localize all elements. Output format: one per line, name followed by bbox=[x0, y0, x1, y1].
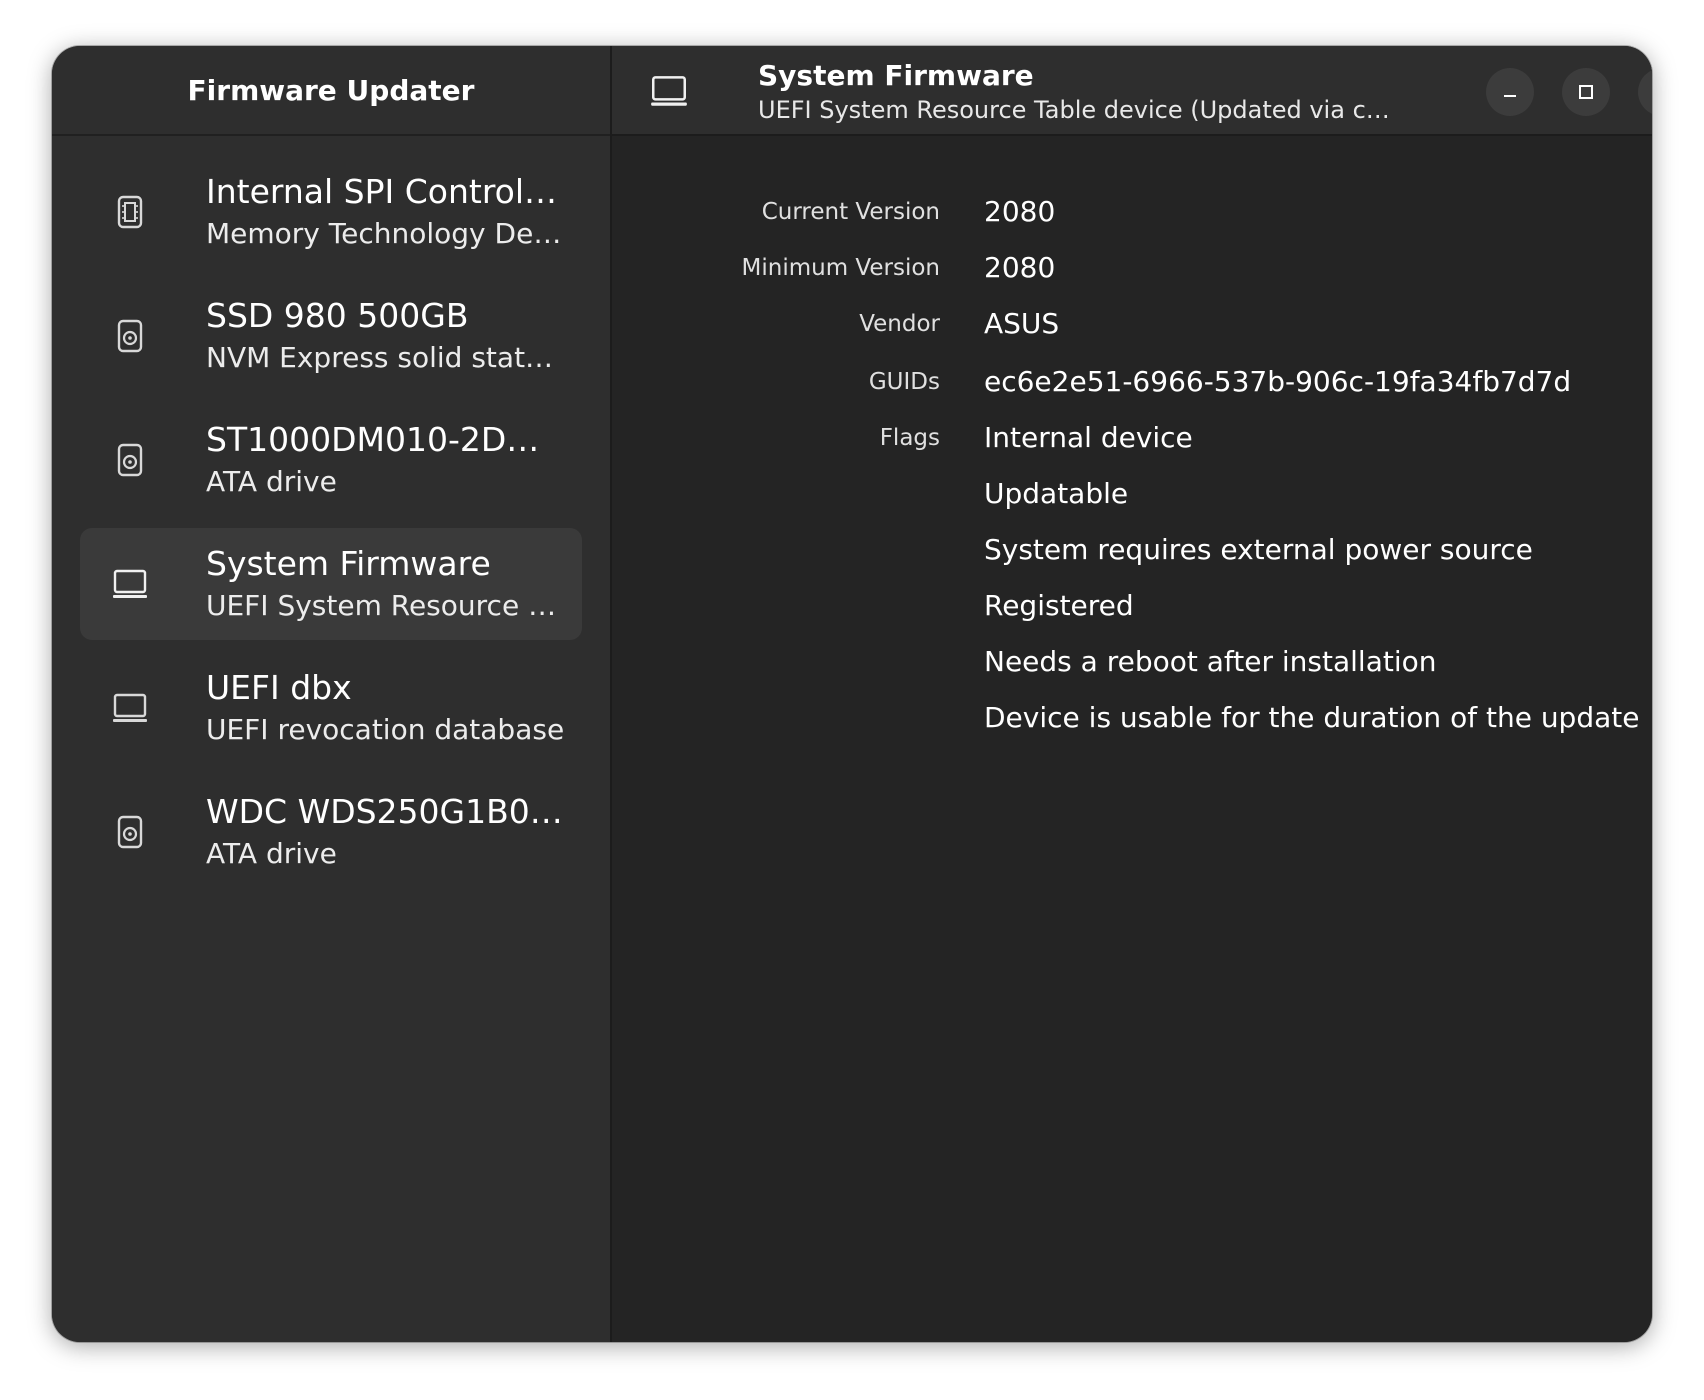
flag-item: Device is usable for the duration of the… bbox=[984, 701, 1640, 734]
device-subtitle: UEFI System Resource Ta… bbox=[206, 589, 566, 622]
flag-item: Registered bbox=[984, 589, 1134, 622]
drive-icon bbox=[110, 812, 150, 852]
device-list: Internal SPI Controller Memory Technolog… bbox=[80, 156, 582, 900]
device-item-uefi-dbx[interactable]: UEFI dbx UEFI revocation database bbox=[80, 652, 582, 764]
sidebar-header: Firmware Updater bbox=[52, 46, 610, 136]
header-bar: System Firmware UEFI System Resource Tab… bbox=[612, 46, 1652, 136]
flag-item: System requires external power source bbox=[984, 533, 1533, 566]
current-version-row: Current Version 2080 bbox=[612, 190, 1652, 234]
current-version-label: Current Version bbox=[761, 199, 940, 225]
drive-icon bbox=[110, 316, 150, 356]
vendor-label: Vendor bbox=[859, 311, 940, 337]
header-subtitle: UEFI System Resource Table device (Updat… bbox=[758, 96, 1398, 124]
sidebar: Firmware Updater Internal SPI Controller… bbox=[52, 46, 612, 1342]
guids-row: GUIDs ec6e2e51-6966-537b-906c-19fa34fb7d… bbox=[612, 360, 1652, 404]
device-item-internal-spi-controller[interactable]: Internal SPI Controller Memory Technolog… bbox=[80, 156, 582, 268]
minimize-button[interactable] bbox=[1486, 68, 1534, 116]
guids-label: GUIDs bbox=[868, 369, 940, 395]
minimum-version-label: Minimum Version bbox=[741, 255, 940, 281]
close-button[interactable] bbox=[1638, 68, 1652, 116]
device-name: System Firmware bbox=[206, 544, 491, 583]
device-name: Internal SPI Controller bbox=[206, 172, 566, 211]
flag-item: Updatable bbox=[984, 477, 1129, 510]
chip-icon bbox=[110, 192, 150, 232]
minimize-icon bbox=[1504, 95, 1516, 97]
minimum-version-row: Minimum Version 2080 bbox=[612, 246, 1652, 290]
current-version-value: 2080 bbox=[984, 195, 1056, 228]
app-title: Firmware Updater bbox=[187, 73, 475, 107]
maximize-icon bbox=[1579, 85, 1593, 99]
device-subtitle: Memory Technology Device bbox=[206, 217, 566, 250]
firmware-updater-window: Firmware Updater Internal SPI Controller… bbox=[52, 46, 1652, 1342]
flag-item: Internal device bbox=[984, 421, 1193, 454]
close-icon bbox=[1651, 81, 1652, 103]
device-subtitle: NVM Express solid state … bbox=[206, 341, 566, 374]
computer-icon bbox=[648, 70, 690, 112]
computer-icon bbox=[110, 564, 150, 604]
device-subtitle: ATA drive bbox=[206, 837, 337, 870]
header-text: System Firmware UEFI System Resource Tab… bbox=[758, 58, 1398, 126]
drive-icon bbox=[110, 440, 150, 480]
device-item-system-firmware[interactable]: System Firmware UEFI System Resource Ta… bbox=[80, 528, 582, 640]
minimum-version-value: 2080 bbox=[984, 251, 1056, 284]
device-item-st1000dm010[interactable]: ST1000DM010-2DM1… ATA drive bbox=[80, 404, 582, 516]
header-title: System Firmware bbox=[758, 59, 1034, 92]
guids-value: ec6e2e51-6966-537b-906c-19fa34fb7d7d bbox=[984, 365, 1572, 398]
maximize-button[interactable] bbox=[1562, 68, 1610, 116]
device-subtitle: ATA drive bbox=[206, 465, 337, 498]
flag-item: Needs a reboot after installation bbox=[984, 645, 1437, 678]
device-subtitle: UEFI revocation database bbox=[206, 713, 565, 746]
content-pane: System Firmware UEFI System Resource Tab… bbox=[612, 46, 1652, 1342]
device-name: ST1000DM010-2DM1… bbox=[206, 420, 566, 459]
vendor-row: Vendor ASUS bbox=[612, 302, 1652, 346]
flags-label: Flags bbox=[879, 425, 940, 451]
vendor-value: ASUS bbox=[984, 307, 1060, 340]
device-item-wdc-wds250g1b0a[interactable]: WDC WDS250G1B0A-… ATA drive bbox=[80, 776, 582, 888]
device-item-ssd-980[interactable]: SSD 980 500GB NVM Express solid state … bbox=[80, 280, 582, 392]
computer-icon bbox=[110, 688, 150, 728]
device-name: WDC WDS250G1B0A-… bbox=[206, 792, 566, 831]
device-name: SSD 980 500GB bbox=[206, 296, 469, 335]
device-name: UEFI dbx bbox=[206, 668, 352, 707]
